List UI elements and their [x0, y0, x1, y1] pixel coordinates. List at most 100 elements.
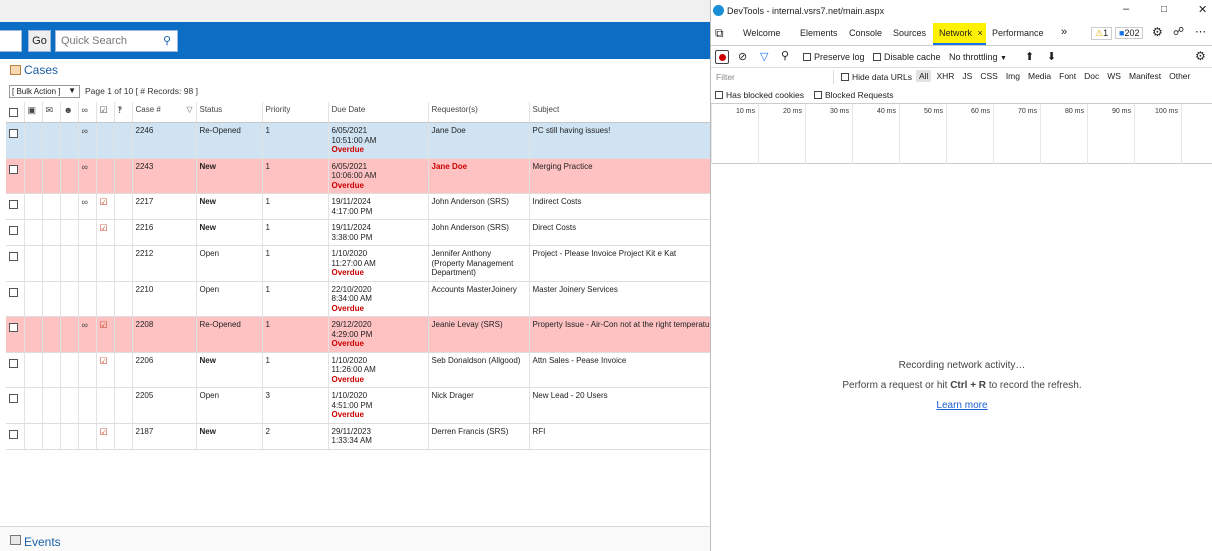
link-icon[interactable]: ∞: [82, 162, 88, 172]
table-row[interactable]: ∞ ☑ 2208 Re-Opened 1 29/12/2020 4:29:00 PM Over…: [6, 316, 710, 353]
table-row[interactable]: ☑ 2187 New 2 29/11/2023 1:33:34 AM Derren Fran…: [6, 423, 710, 450]
filter-type-ws[interactable]: WS: [1104, 70, 1124, 82]
messages-badge[interactable]: ■202: [1115, 27, 1144, 39]
requestor-cell[interactable]: Derren Francis (SRS): [428, 423, 530, 450]
row-checkbox[interactable]: [9, 200, 18, 209]
filter-type-xhr[interactable]: XHR: [933, 70, 957, 82]
hide-data-urls-box[interactable]: [841, 73, 849, 81]
filter-type-js[interactable]: JS: [959, 70, 975, 82]
case-number-cell[interactable]: 2187: [132, 423, 197, 450]
requestor-cell[interactable]: Seb Donaldson (Allgood): [428, 352, 530, 388]
case-number-cell[interactable]: 2212: [132, 245, 197, 282]
filter-type-css[interactable]: CSS: [977, 70, 1000, 82]
blocked-cookies-box[interactable]: [715, 91, 723, 99]
clipboard-icon[interactable]: ☑: [100, 427, 108, 438]
requestor-cell[interactable]: Nick Drager: [428, 387, 530, 424]
case-number-cell[interactable]: 2217: [132, 193, 197, 220]
blocked-requests-box[interactable]: [814, 91, 822, 99]
col-status[interactable]: Status: [196, 102, 263, 123]
subject-cell[interactable]: Attn Sales - Pease Invoice: [529, 352, 710, 388]
filter-type-media[interactable]: Media: [1025, 70, 1054, 82]
case-number-cell[interactable]: 2210: [132, 281, 197, 317]
more-tabs-button[interactable]: »: [1061, 26, 1067, 38]
case-number-cell[interactable]: 2208: [132, 316, 197, 353]
case-number-cell[interactable]: 2243: [132, 158, 197, 194]
requestor-cell[interactable]: John Anderson (SRS): [428, 219, 530, 246]
preserve-log-box[interactable]: [803, 53, 811, 61]
subject-cell[interactable]: Property Issue - Air-Con not at the righ…: [529, 316, 710, 353]
subject-cell[interactable]: Merging Practice: [529, 158, 710, 194]
link-icon[interactable]: ∞: [82, 126, 88, 136]
row-select-cell[interactable]: [6, 122, 25, 159]
table-row[interactable]: ☑ 2216 New 1 19/11/2024 3:38:00 PM John Anders…: [6, 219, 710, 246]
search-scope-field[interactable]: [0, 30, 22, 52]
throttling-select[interactable]: No throttling ▼: [949, 52, 1007, 62]
row-select-cell[interactable]: [6, 158, 25, 194]
disable-cache-box[interactable]: [873, 53, 881, 61]
requestor-cell[interactable]: Accounts MasterJoinery: [428, 281, 530, 317]
select-all-header[interactable]: [6, 102, 25, 123]
row-select-cell[interactable]: [6, 281, 25, 317]
select-all-checkbox[interactable]: [9, 108, 18, 117]
row-checkbox[interactable]: [9, 358, 18, 368]
network-overview-timeline[interactable]: 10 ms 20 ms 30 ms 40 ms 50 ms 60 ms 70 ms 80 ms…: [711, 104, 1212, 164]
search-icon[interactable]: ⚲: [781, 49, 789, 62]
preserve-log-checkbox[interactable]: Preserve log: [803, 52, 865, 62]
row-select-cell[interactable]: [6, 219, 25, 246]
search-icon[interactable]: ⚲: [163, 34, 171, 47]
minimize-icon[interactable]: –: [1123, 3, 1129, 15]
subject-cell[interactable]: PC still having issues!: [529, 122, 710, 159]
requestor-cell[interactable]: Jeanie Levay (SRS): [428, 316, 530, 353]
record-button[interactable]: [715, 50, 729, 64]
requestor-cell[interactable]: Jane Doe: [428, 122, 530, 159]
row-select-cell[interactable]: [6, 387, 25, 424]
cases-section-title[interactable]: Cases: [10, 63, 58, 77]
tab-elements[interactable]: Elements: [800, 28, 838, 38]
row-select-cell[interactable]: [6, 193, 25, 220]
filter-type-img[interactable]: Img: [1003, 70, 1023, 82]
table-row[interactable]: ∞ 2243 New 1 6/05/2021 10:06:00 AM Overdue Jane…: [6, 158, 710, 194]
events-section[interactable]: Events: [0, 526, 710, 551]
learn-more-link[interactable]: Learn more: [936, 400, 987, 411]
close-icon[interactable]: ✕: [1198, 3, 1207, 16]
subject-cell[interactable]: New Lead - 20 Users: [529, 387, 710, 424]
export-har-icon[interactable]: ⬇: [1047, 50, 1056, 63]
case-number-cell[interactable]: 2205: [132, 387, 197, 424]
requestor-cell[interactable]: John Anderson (SRS): [428, 193, 530, 220]
more-options-icon[interactable]: ⋯: [1195, 25, 1206, 38]
filter-icon[interactable]: ▽: [186, 105, 192, 114]
table-row[interactable]: 2212 Open 1 1/10/2020 11:27:00 AM Overdue Jenn…: [6, 245, 710, 282]
filter-type-other[interactable]: Other: [1166, 70, 1193, 82]
connections-icon[interactable]: ☍: [1173, 25, 1184, 38]
col-priority[interactable]: Priority: [262, 102, 329, 123]
case-number-cell[interactable]: 2216: [132, 219, 197, 246]
import-har-icon[interactable]: ⬆: [1025, 50, 1034, 63]
clipboard-icon[interactable]: ☑: [100, 320, 108, 331]
table-row[interactable]: ☑ 2206 New 1 1/10/2020 11:26:00 AM Overdue Seb …: [6, 352, 710, 388]
subject-cell[interactable]: Project - Please Invoice Project Kit e K…: [529, 245, 710, 282]
row-checkbox[interactable]: [9, 226, 18, 235]
col-subject[interactable]: Subject: [529, 102, 710, 123]
subject-cell[interactable]: Master Joinery Services: [529, 281, 710, 317]
bulk-action-select[interactable]: [ Bulk Action ] ▼: [9, 85, 80, 98]
blocked-cookies-checkbox[interactable]: Has blocked cookies: [715, 90, 804, 100]
go-button[interactable]: Go: [28, 30, 51, 52]
case-number-cell[interactable]: 2246: [132, 122, 197, 159]
filter-type-manifest[interactable]: Manifest: [1126, 70, 1164, 82]
link-icon[interactable]: ∞: [82, 197, 88, 207]
col-due-date[interactable]: Due Date: [328, 102, 429, 123]
row-checkbox[interactable]: [9, 129, 18, 138]
blocked-requests-checkbox[interactable]: Blocked Requests: [814, 90, 894, 100]
maximize-icon[interactable]: □: [1161, 4, 1167, 15]
col-case-number[interactable]: Case # ▽: [132, 102, 197, 123]
filter-type-doc[interactable]: Doc: [1081, 70, 1102, 82]
tab-console[interactable]: Console: [849, 28, 882, 38]
requestor-cell[interactable]: Jane Doe: [428, 158, 530, 194]
clear-icon[interactable]: ⊘: [738, 50, 747, 63]
table-row[interactable]: ∞ 2246 Re-Opened 1 6/05/2021 10:51:00 AM Overd…: [6, 122, 710, 159]
tab-sources[interactable]: Sources: [893, 28, 926, 38]
requestor-cell[interactable]: Jennifer Anthony (Property Management De…: [428, 245, 530, 282]
case-number-cell[interactable]: 2206: [132, 352, 197, 388]
settings-gear-icon[interactable]: ⚙: [1152, 25, 1163, 39]
clipboard-icon[interactable]: ☑: [100, 223, 108, 234]
